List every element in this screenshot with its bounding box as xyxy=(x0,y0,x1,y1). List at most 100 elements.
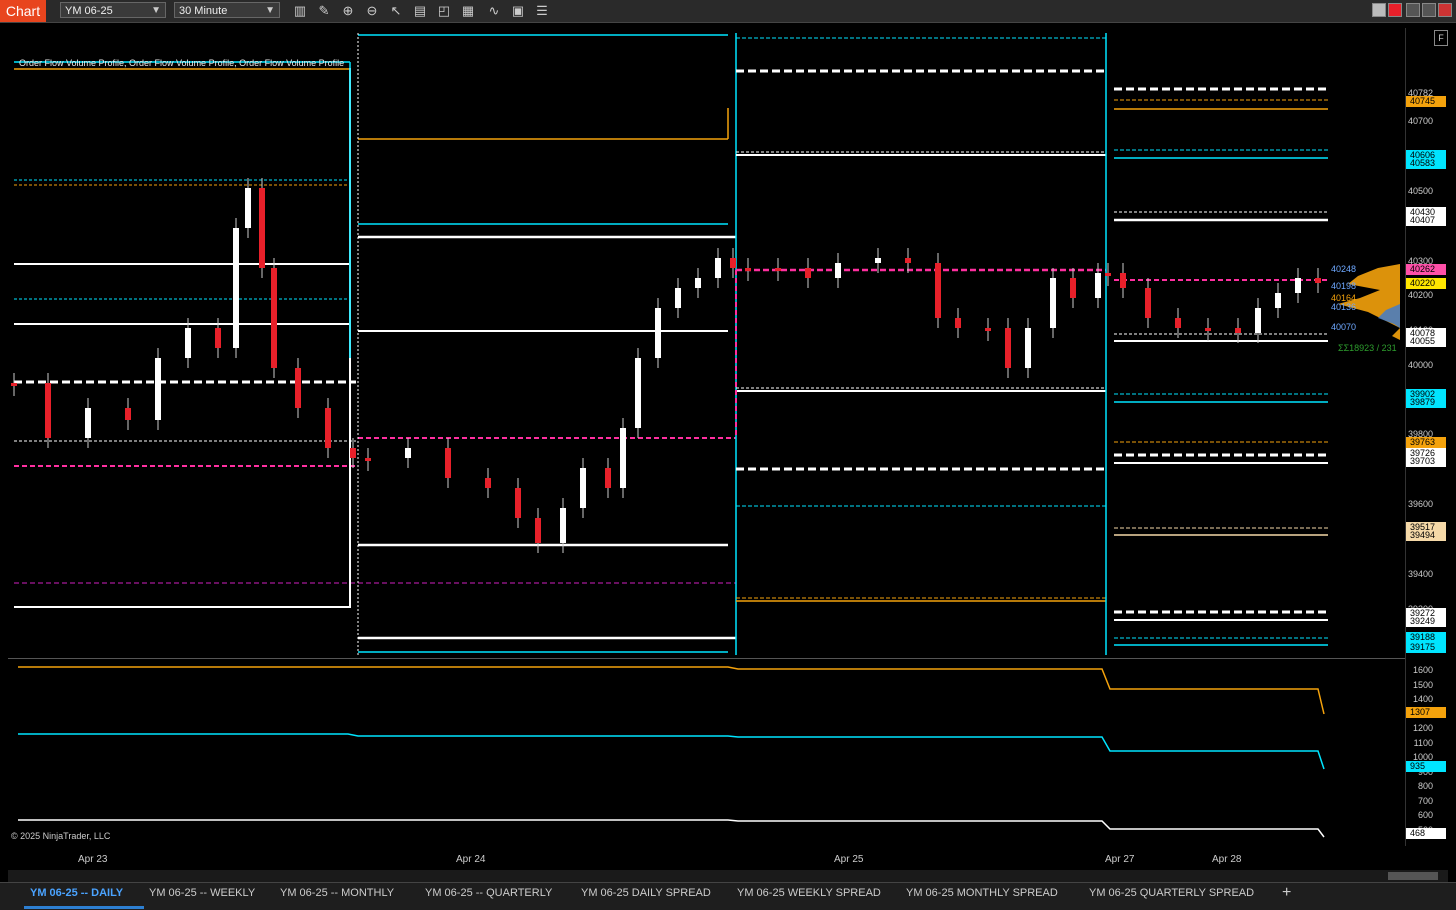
candle-body xyxy=(1175,318,1181,328)
candle-body xyxy=(905,258,911,263)
price-tag: 40220 xyxy=(1406,278,1446,289)
color-link-button[interactable] xyxy=(1388,3,1402,17)
time-axis[interactable]: Apr 23 Apr 24 Apr 25 Apr 27 Apr 28 xyxy=(8,848,1405,868)
lower-tick: 1600 xyxy=(1412,665,1433,675)
price-panel[interactable]: Order Flow Volume Profile, Order Flow Vo… xyxy=(8,28,1405,655)
candle-body xyxy=(1095,273,1101,298)
link-button[interactable] xyxy=(1372,3,1386,17)
time-label: Apr 27 xyxy=(1105,854,1135,865)
candle-body xyxy=(835,263,841,278)
time-label: Apr 28 xyxy=(1212,854,1242,865)
tab-daily[interactable]: YM 06-25 -- DAILY xyxy=(24,883,144,909)
instrument-selector[interactable]: YM 06-25 ▼ xyxy=(60,2,166,18)
price-axis[interactable]: F 40782407004060040500404004030040200401… xyxy=(1405,28,1449,846)
price-tick: 39400 xyxy=(1407,569,1433,579)
profile-label-4: 40136 xyxy=(1331,302,1357,312)
price-tag: 40745 xyxy=(1406,96,1446,107)
lower-tag: 1307 xyxy=(1406,707,1446,718)
properties-icon[interactable]: ▤ xyxy=(412,3,428,19)
price-tick: 40200 xyxy=(1407,290,1433,300)
profile-label-2: 40198 xyxy=(1331,281,1357,291)
candle-body xyxy=(955,318,961,328)
price-tag: 39249 xyxy=(1406,616,1446,627)
candle-body xyxy=(560,508,566,543)
bar-type-icon[interactable]: ▥ xyxy=(292,3,308,19)
indicator-panel[interactable] xyxy=(8,658,1405,847)
profile-label-1: 40248 xyxy=(1331,264,1357,274)
data-box-icon[interactable]: ◰ xyxy=(436,3,452,19)
tab-daily-spread[interactable]: YM 06-25 DAILY SPREAD xyxy=(581,883,711,909)
tab-quarterly-spread[interactable]: YM 06-25 QUARTERLY SPREAD xyxy=(1089,883,1254,909)
candle-body xyxy=(935,263,941,318)
candlestick-series xyxy=(11,178,1321,553)
candle-body xyxy=(985,328,991,331)
tab-bar: YM 06-25 -- DAILY YM 06-25 -- WEEKLY YM … xyxy=(0,882,1456,910)
tab-monthly[interactable]: YM 06-25 -- MONTHLY xyxy=(280,883,394,909)
lower-tick: 800 xyxy=(1417,781,1433,791)
interval-selector[interactable]: 30 Minute ▼ xyxy=(174,2,280,18)
candle-body xyxy=(1070,278,1076,298)
strategies-icon[interactable]: ▦ xyxy=(460,3,476,19)
price-tick: 40000 xyxy=(1407,360,1433,370)
time-label: Apr 25 xyxy=(834,854,864,865)
lower-tick: 1200 xyxy=(1412,723,1433,733)
candle-body xyxy=(1295,278,1301,293)
close-button[interactable] xyxy=(1438,3,1452,17)
candle-body xyxy=(1275,293,1281,308)
pointer-icon[interactable]: ↖ xyxy=(388,3,404,19)
tab-monthly-spread[interactable]: YM 06-25 MONTHLY SPREAD xyxy=(906,883,1058,909)
candle-body xyxy=(405,448,411,458)
candle-body xyxy=(675,288,681,308)
list-icon[interactable]: ☰ xyxy=(534,3,550,19)
price-tag: 40407 xyxy=(1406,215,1446,226)
candle-body xyxy=(271,268,277,368)
chevron-down-icon: ▼ xyxy=(265,5,275,16)
maximize-button[interactable] xyxy=(1422,3,1436,17)
candle-body xyxy=(365,458,371,461)
candle-body xyxy=(580,468,586,508)
horizontal-scrollbar[interactable] xyxy=(8,870,1448,882)
candle-body xyxy=(655,308,661,358)
candle-body xyxy=(620,428,626,488)
profile-label-5: 40070 xyxy=(1331,322,1357,332)
time-label: Apr 23 xyxy=(78,854,108,865)
interval-value: 30 Minute xyxy=(179,5,228,17)
scrollbar-thumb[interactable] xyxy=(1388,872,1438,880)
minimize-button[interactable] xyxy=(1406,3,1420,17)
axis-corner-button[interactable]: F xyxy=(1434,30,1448,46)
chart-title: Chart xyxy=(0,0,46,22)
candle-body xyxy=(635,358,641,428)
zoom-in-icon[interactable]: ⊕ xyxy=(340,3,356,19)
price-tag: 40055 xyxy=(1406,336,1446,347)
profile-levels-apr23 xyxy=(14,61,736,608)
add-tab-button[interactable]: + xyxy=(1282,883,1291,909)
indicators-icon[interactable]: ∿ xyxy=(486,3,502,19)
price-tag: 39879 xyxy=(1406,397,1446,408)
lower-tick: 700 xyxy=(1417,796,1433,806)
candle-body xyxy=(745,268,751,271)
price-chart-svg xyxy=(11,33,1400,655)
candle-body xyxy=(515,488,521,518)
tab-quarterly[interactable]: YM 06-25 -- QUARTERLY xyxy=(425,883,552,909)
candle-body xyxy=(350,448,356,458)
tab-weekly-spread[interactable]: YM 06-25 WEEKLY SPREAD xyxy=(737,883,881,909)
zoom-out-icon[interactable]: ⊖ xyxy=(364,3,380,19)
chevron-down-icon: ▼ xyxy=(151,5,161,16)
lower-tick: 1100 xyxy=(1413,738,1433,748)
candle-body xyxy=(1005,328,1011,368)
indicator-list: Order Flow Volume Profile, Order Flow Vo… xyxy=(19,58,345,68)
price-tag: 39175 xyxy=(1406,642,1446,653)
candle-body xyxy=(535,518,541,543)
lower-tick: 600 xyxy=(1417,810,1433,820)
lower-tick: 1500 xyxy=(1412,680,1433,690)
candle-body xyxy=(215,328,221,348)
draw-icon[interactable]: ✎ xyxy=(316,3,332,19)
candle-body xyxy=(185,328,191,358)
price-tick: 40700 xyxy=(1407,116,1433,126)
templates-icon[interactable]: ▣ xyxy=(510,3,526,19)
candle-body xyxy=(45,383,51,438)
tab-weekly[interactable]: YM 06-25 -- WEEKLY xyxy=(149,883,255,909)
cyan-series-line xyxy=(18,733,1325,770)
candle-body xyxy=(1105,273,1111,276)
price-tick: 39600 xyxy=(1407,499,1433,509)
